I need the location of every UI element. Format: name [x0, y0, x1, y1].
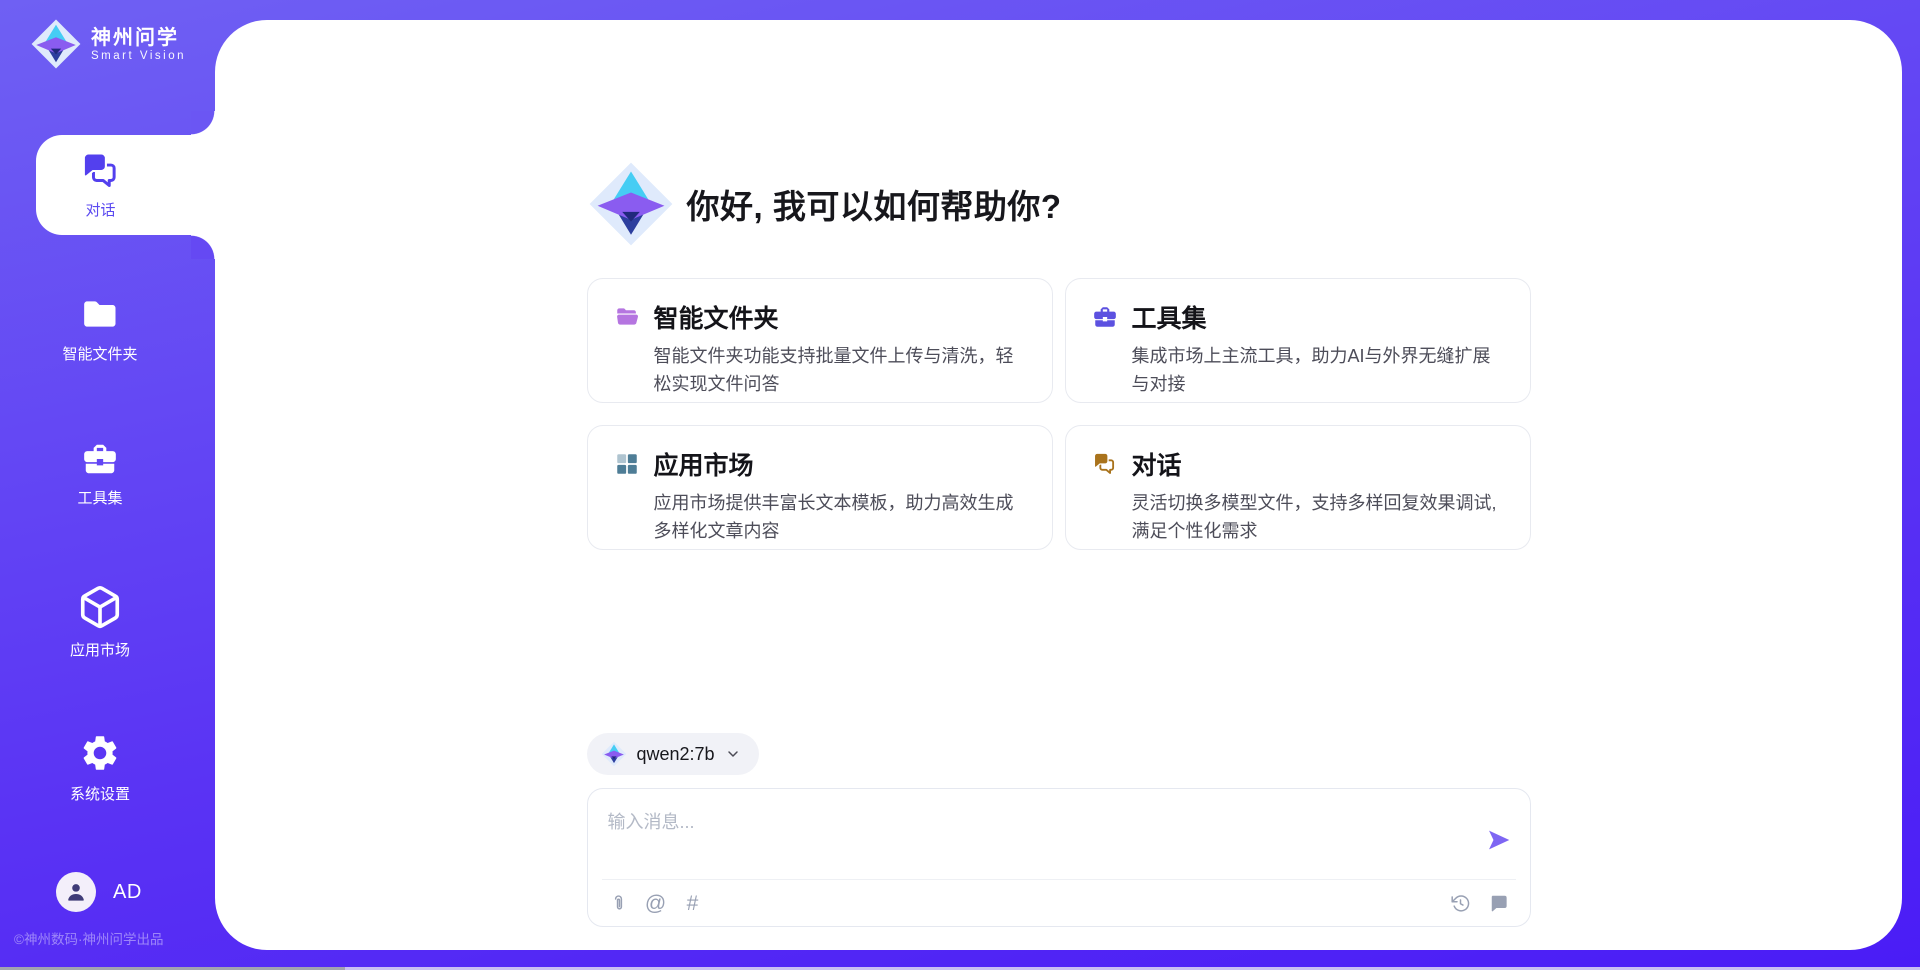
card-description: 灵活切换多模型文件，支持多样回复效果调试,满足个性化需求 [1132, 490, 1504, 546]
copyright-footer: ©神州数码·神州问学出品 [14, 928, 163, 948]
gear-icon [79, 732, 121, 774]
mention-at-icon[interactable]: @ [645, 892, 667, 914]
card-chat[interactable]: 对话 灵活切换多模型文件，支持多样回复效果调试,满足个性化需求 [1065, 425, 1531, 550]
toolbox-icon [79, 440, 121, 478]
brand-name: 神州问学 [91, 27, 186, 50]
app-grid-icon [614, 451, 640, 477]
card-description: 智能文件夹功能支持批量文件上传与清洗，轻松实现文件问答 [654, 343, 1026, 399]
sidebar-item-label: 对话 [85, 199, 115, 220]
greeting-title: 你好, 我可以如何帮助你? [687, 180, 1062, 228]
toolbox-icon [1092, 304, 1118, 330]
brand-subtitle: Smart Vision [91, 50, 186, 62]
card-description: 集成市场上主流工具，助力AI与外界无缝扩展与对接 [1132, 343, 1504, 399]
card-title: 应用市场 [654, 446, 754, 482]
brand-diamond-icon [30, 18, 82, 70]
chat-bubbles-icon [80, 150, 122, 192]
send-icon[interactable] [1486, 827, 1512, 853]
sidebar-item-settings[interactable]: 系统设置 [0, 732, 200, 804]
main-panel: 你好, 我可以如何帮助你? 智能文件夹 智能文件夹功能支持批量文件上传与清洗，轻… [215, 20, 1902, 950]
card-title: 对话 [1132, 446, 1182, 482]
chevron-down-icon [725, 746, 741, 762]
sidebar-item-app-market[interactable]: 应用市场 [0, 584, 200, 660]
card-toolset[interactable]: 工具集 集成市场上主流工具，助力AI与外界无缝扩展与对接 [1065, 278, 1531, 403]
history-icon[interactable] [1450, 892, 1472, 914]
sidebar-item-label: 工具集 [77, 487, 122, 508]
card-title: 智能文件夹 [654, 299, 779, 335]
greeting-block: 你好, 我可以如何帮助你? [587, 160, 1062, 248]
cube-icon [77, 584, 123, 630]
sidebar-item-chat-active[interactable]: 对话 [36, 135, 215, 235]
comment-icon[interactable] [1488, 892, 1510, 914]
sidebar-item-label: 应用市场 [70, 639, 130, 660]
sidebar-item-smart-folder[interactable]: 智能文件夹 [0, 294, 200, 364]
user-name: AD [113, 881, 142, 904]
user-account[interactable]: AD [56, 872, 142, 912]
sidebar-item-label: 智能文件夹 [62, 343, 137, 364]
sidebar-item-toolset[interactable]: 工具集 [0, 440, 200, 508]
model-name: qwen2:7b [637, 744, 715, 765]
card-app-market[interactable]: 应用市场 应用市场提供丰富长文本模板，助力高效生成多样化文章内容 [587, 425, 1053, 550]
card-smart-folder[interactable]: 智能文件夹 智能文件夹功能支持批量文件上传与清洗，轻松实现文件问答 [587, 278, 1053, 403]
sidebar-item-label: 系统设置 [70, 783, 130, 804]
shortcut-cards: 智能文件夹 智能文件夹功能支持批量文件上传与清洗，轻松实现文件问答 工具集 集成… [587, 278, 1531, 550]
model-diamond-icon [601, 741, 627, 767]
card-description: 应用市场提供丰富长文本模板，助力高效生成多样化文章内容 [654, 490, 1026, 546]
composer-toolbar: @ # [588, 880, 1530, 926]
message-input[interactable] [608, 795, 1486, 879]
card-title: 工具集 [1132, 299, 1207, 335]
model-selector[interactable]: qwen2:7b [587, 733, 759, 775]
message-composer: @ # [587, 788, 1531, 927]
chat-bubbles-icon [1092, 451, 1118, 477]
folder-icon [78, 294, 122, 334]
brand-logo: 神州问学 Smart Vision [30, 18, 186, 70]
sidebar: 神州问学 Smart Vision 对话 智能文件夹 工具集 应用市场 系统设置… [0, 0, 215, 970]
assistant-diamond-icon [587, 160, 675, 248]
hashtag-icon[interactable]: # [682, 892, 704, 914]
folder-open-icon [614, 304, 640, 330]
attach-paperclip-icon[interactable] [608, 892, 630, 914]
person-icon [63, 879, 89, 905]
avatar [56, 872, 96, 912]
